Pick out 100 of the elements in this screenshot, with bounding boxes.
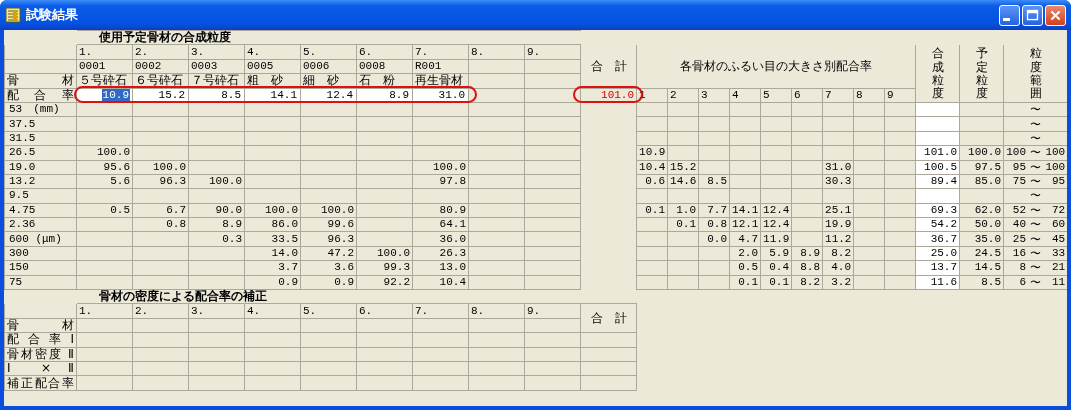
column-number: 4.	[247, 45, 261, 58]
table-cell: 3.2	[831, 275, 852, 288]
sieve-size: 300	[9, 247, 29, 260]
table-cell-text: 8	[1018, 261, 1027, 275]
table-cell: 26.3	[439, 247, 466, 260]
table-cell: 10.9	[639, 146, 666, 159]
table-cell-text: 95	[1051, 175, 1066, 189]
table-cell: 8.2	[831, 247, 852, 260]
column-number: 4	[732, 88, 739, 101]
table-cell-text: 52	[1011, 203, 1027, 217]
table-cell: 14.5	[974, 261, 1002, 274]
table-cell-text: 11	[1051, 275, 1066, 289]
table-cell: 64.1	[439, 218, 466, 231]
table-cell: 101.0	[924, 146, 958, 159]
table-cell: 100	[1045, 146, 1066, 160]
table-cell: 100.0	[153, 160, 186, 173]
row-header: 骨 材	[7, 319, 74, 332]
table-cell-text: 33	[1051, 247, 1066, 261]
sieve-size: 150	[9, 261, 29, 274]
table-cell: 100.0	[209, 175, 242, 188]
table-cell: 99.3	[383, 261, 410, 274]
column-number: 7.	[415, 304, 429, 317]
table-cell-text: 21	[1051, 261, 1066, 275]
column-number: 6.	[359, 304, 373, 317]
column-number: 1.	[79, 45, 93, 58]
range-separator: 〜	[1030, 247, 1042, 261]
table-cell: 11.2	[825, 232, 852, 245]
table-cell: 10.4	[639, 160, 666, 173]
table-cell: 96.3	[327, 232, 354, 245]
table-cell: 14.1	[732, 203, 759, 216]
table-cell: 3.6	[334, 261, 354, 274]
section-title: 使用予定骨材の合成粒度	[99, 30, 231, 45]
table-cell: 0.9	[278, 275, 298, 288]
table-cell: 92.2	[383, 275, 410, 288]
column-header: 合成粒度	[931, 47, 944, 101]
table-cell: 15.2	[670, 160, 697, 173]
table-cell: 100.0	[377, 247, 410, 260]
table-cell: 11.6	[930, 275, 958, 288]
row-header: 補正配合率	[7, 376, 74, 390]
table-cell: 100.0	[433, 160, 466, 173]
column-number: 9.	[527, 304, 541, 317]
range-separator: 〜	[1030, 275, 1042, 289]
table-cell: 0.5	[110, 203, 130, 216]
table-cell: 13.0	[439, 261, 466, 274]
sieve-size: 19.0	[9, 160, 36, 173]
table-cell: 69.3	[930, 203, 958, 216]
material-code: 0002	[135, 59, 162, 72]
table-cell-text: 45	[1051, 232, 1066, 246]
column-header: 粒度範囲	[1029, 47, 1042, 101]
table-cell: 5.9	[769, 247, 790, 260]
column-number: 5.	[303, 304, 317, 317]
table-cell: 89.4	[930, 175, 958, 188]
sieve-size: 75	[9, 275, 23, 288]
app-icon	[5, 7, 21, 23]
close-button[interactable]	[1045, 4, 1066, 26]
table-cell-text: 60	[1051, 218, 1066, 232]
range-separator: 〜	[1030, 261, 1042, 275]
table-cell-text: 95	[1011, 160, 1027, 174]
table-cell: 12.4	[763, 218, 790, 231]
maximize-button[interactable]	[1022, 4, 1043, 26]
range-separator: 〜	[1030, 117, 1042, 131]
minimize-button[interactable]	[999, 4, 1020, 26]
column-number: 3.	[191, 45, 205, 58]
sieve-size: 2.36	[9, 218, 36, 231]
material-name: 細 砂	[303, 73, 339, 88]
table-cell: 12.4	[763, 203, 790, 216]
material-name: 再生骨材	[415, 73, 463, 88]
column-header: 合 計	[590, 310, 627, 325]
table-cell: 6.7	[166, 203, 186, 216]
sieve-size: 4.75	[9, 203, 36, 216]
row-header: 配 合 率 Ⅰ	[7, 333, 74, 347]
table-cell: 2.0	[738, 247, 759, 260]
range-separator: 〜	[1030, 131, 1042, 145]
column-number: 6.	[359, 45, 373, 58]
table-cell: 8.5	[981, 275, 1002, 288]
table-cell: 14.0	[271, 247, 298, 260]
column-number: 8.	[471, 45, 485, 58]
column-number: 3.	[191, 304, 205, 317]
table-cell: 100.5	[924, 160, 958, 173]
table-cell: 36.7	[930, 232, 958, 245]
column-header: 各骨材のふるい目の大きさ別配合率	[680, 58, 873, 73]
material-code: 0006	[303, 59, 330, 72]
material-name: 石 粉	[359, 73, 395, 88]
sieve-size: 37.5	[9, 117, 36, 130]
table-cell: 4.0	[831, 261, 852, 274]
column-number: 8.	[471, 304, 485, 317]
table-cell: 30.3	[825, 175, 852, 188]
table-cell: 19.9	[825, 218, 852, 231]
table-cell: 0.1	[676, 218, 697, 231]
material-code: 0001	[79, 59, 106, 72]
sieve-size: 9.5	[9, 189, 29, 202]
column-number: 5.	[303, 45, 317, 58]
table-cell: 0.1	[738, 275, 759, 288]
column-number: 2.	[135, 45, 149, 58]
table-cell: 5.6	[110, 175, 130, 188]
table-cell: 25.1	[825, 203, 852, 216]
table-cell: 24.5	[974, 247, 1002, 260]
range-separator: 〜	[1030, 218, 1042, 232]
table-cell: 0.3	[222, 232, 242, 245]
material-code: 0003	[191, 59, 218, 72]
